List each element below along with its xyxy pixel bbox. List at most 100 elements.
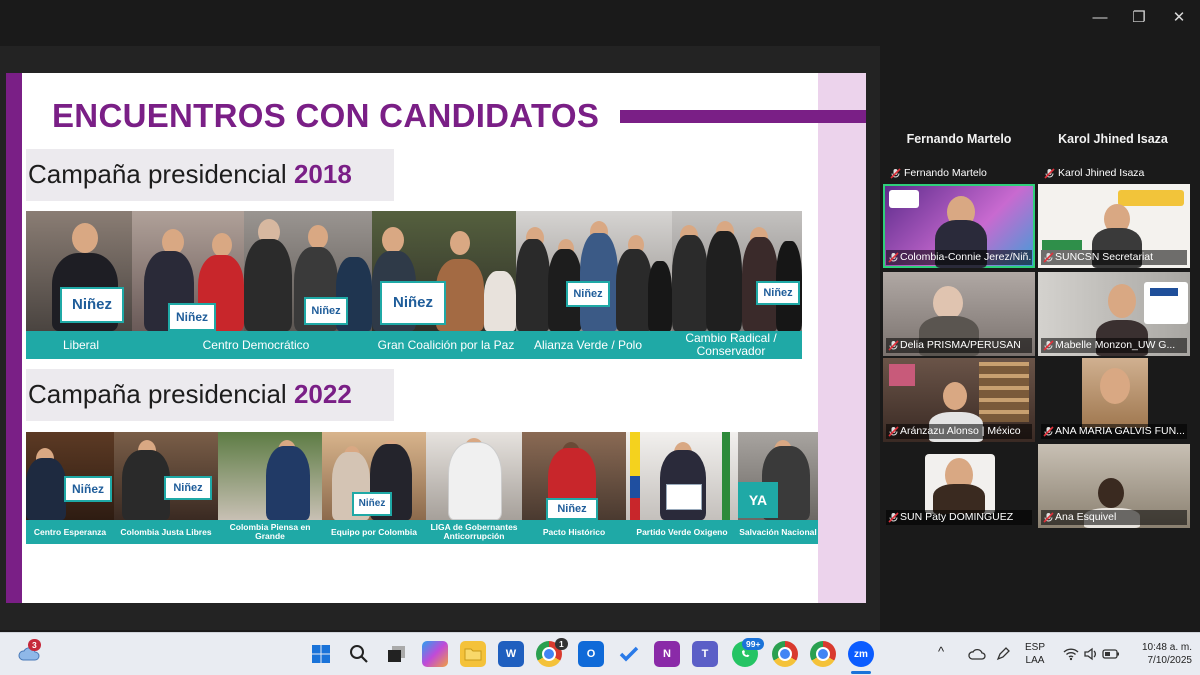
labels-2018: Liberal Centro Democrático Gran Coalició… <box>26 331 802 359</box>
chrome-profile-icon[interactable] <box>772 641 798 667</box>
participant-name: Ana Esquivel <box>1041 510 1187 525</box>
start-menu-icon[interactable] <box>308 641 334 667</box>
label-centro-democratico: Centro Democrático <box>202 337 310 352</box>
label-liberal: Liberal <box>62 337 100 352</box>
video-tile-delia[interactable]: Delia PRISMA/PERUSAN <box>883 272 1035 356</box>
show-hidden-icons-button[interactable]: ^ <box>938 645 944 658</box>
ninez-box: Niñez <box>304 297 348 325</box>
photo-colombia-justa-libres: Niñez <box>114 432 218 520</box>
zoom-icon[interactable]: zm <box>848 641 874 667</box>
label-partido-verde: Partido Verde Oxigeno <box>636 526 728 537</box>
outlook-icon[interactable]: O <box>578 641 604 667</box>
participant-mini-label[interactable]: Fernando Martelo <box>888 166 987 181</box>
battery-icon[interactable] <box>1098 641 1124 667</box>
muted-mic-icon <box>1043 426 1054 437</box>
campaign-2022-heading: Campaña presidencial 2022 <box>26 369 394 421</box>
close-button[interactable]: ✕ <box>1159 6 1199 30</box>
ninez-box: Niñez <box>168 303 216 331</box>
photo-strip-2022: Niñez Niñez Niñez Niñez YA <box>26 432 818 520</box>
video-tile-mabelle[interactable]: Mabelle Monzon_UW G... <box>1038 272 1190 356</box>
ninez-box: Niñez <box>380 281 446 325</box>
video-tile-ana-esquivel[interactable]: Ana Esquivel <box>1038 444 1190 528</box>
onenote-icon[interactable]: N <box>654 641 680 667</box>
whatsapp-badge: 99+ <box>742 638 765 650</box>
search-icon[interactable] <box>346 641 372 667</box>
windows-taskbar: 3 W 1 O N T 99+ zm ^ ESP LAA 10:48 a. m.… <box>0 632 1200 675</box>
word-icon[interactable]: W <box>498 641 524 667</box>
participant-name: Delia PRISMA/PERUSAN <box>886 338 1032 353</box>
presentation-slide: ENCUENTROS CON CANDIDATOS Campaña presid… <box>6 73 866 603</box>
muted-mic-icon <box>888 426 899 437</box>
ya-box: YA <box>738 482 778 518</box>
file-explorer-icon[interactable] <box>460 641 486 667</box>
ninez-box: Niñez <box>164 476 212 500</box>
muted-mic-icon <box>1043 512 1054 523</box>
task-view-icon[interactable] <box>384 641 410 667</box>
participant-name: SUNCSN Secretariat <box>1041 250 1187 265</box>
ninez-box: Niñez <box>352 492 392 516</box>
photo-salvacion-nacional: YA <box>738 432 818 520</box>
ninez-box: Niñez <box>64 476 112 502</box>
slide-accent-bar <box>6 73 22 603</box>
label-gran-coalicion: Gran Coalición por la Paz <box>377 337 515 352</box>
slide-side-panel <box>818 73 866 603</box>
label-liga-gobernantes: LIGA de Gobernantes Anticorrupción <box>430 522 518 541</box>
onedrive-icon[interactable] <box>964 641 990 667</box>
window-titlebar: — ❐ ✕ <box>0 0 1200 36</box>
teams-icon[interactable]: T <box>692 641 718 667</box>
copilot-icon[interactable] <box>422 641 448 667</box>
campaign-prefix: Campaña presidencial <box>28 379 294 409</box>
muted-mic-icon <box>888 340 899 351</box>
restore-button[interactable]: ❐ <box>1119 6 1159 30</box>
video-tile-aranzazu[interactable]: Aránzazu Alonso | México <box>883 358 1035 442</box>
shared-screen-area: ENCUENTROS CON CANDIDATOS Campaña presid… <box>0 46 880 630</box>
language-indicator[interactable]: ESP LAA <box>1020 641 1050 667</box>
participant-name: ANA MARIA GALVIS FUN... <box>1041 424 1187 439</box>
label-alianza-verde: Alianza Verde / Polo <box>533 337 643 352</box>
video-tile-ana-maria[interactable]: ANA MARIA GALVIS FUN... <box>1038 358 1190 442</box>
participant-name: Aránzazu Alonso | México <box>886 424 1032 439</box>
photo-colombia-piensa <box>218 432 322 520</box>
participant-mini-label[interactable]: Karol Jhined Isaza <box>1042 166 1144 181</box>
video-tile-paty[interactable]: SUN Paty DOMINGUEZ <box>883 444 1035 528</box>
photo-centro-democratico-1: Niñez <box>132 211 244 331</box>
muted-mic-icon <box>890 168 901 179</box>
participant-header-name: Fernando Martelo <box>906 132 1012 146</box>
ninez-box: Niñez <box>546 498 598 520</box>
pen-icon[interactable] <box>990 641 1016 667</box>
clock-time: 10:48 a. m. <box>1141 642 1192 653</box>
participant-name: SUN Paty DOMINGUEZ <box>886 510 1032 525</box>
clock-date: 7/10/2025 <box>1147 655 1193 666</box>
photo-centro-democratico-2: Niñez <box>244 211 372 331</box>
participants-gallery: Fernando Martelo Karol Jhined Isaza Fern… <box>880 46 1200 630</box>
campaign-year: 2022 <box>293 379 352 409</box>
participant-name: Mabelle Monzon_UW G... <box>1041 338 1187 353</box>
video-tile-suncsn[interactable]: SUNCSN Secretariat <box>1038 184 1190 268</box>
muted-mic-icon <box>1044 168 1055 179</box>
clock[interactable]: 10:48 a. m. 7/10/2025 <box>1128 641 1192 667</box>
labels-2022: Centro Esperanza Colombia Justa Libres C… <box>26 520 818 544</box>
chrome-profile-2-icon[interactable] <box>810 641 836 667</box>
ninez-box: Niñez <box>60 287 124 323</box>
ninez-box: Niñez <box>756 281 800 305</box>
muted-mic-icon <box>1043 252 1054 263</box>
label-equipo-por-colombia: Equipo por Colombia <box>331 526 417 537</box>
todo-icon[interactable] <box>616 641 642 667</box>
participant-header-name: Karol Jhined Isaza <box>1058 132 1168 146</box>
label-centro-esperanza: Centro Esperanza <box>33 526 107 537</box>
photo-centro-esperanza: Niñez <box>26 432 114 520</box>
photo-partido-verde-oxigeno <box>626 432 738 520</box>
photo-alianza-verde: Niñez <box>516 211 672 331</box>
label-pacto-historico: Pacto Histórico <box>542 526 606 537</box>
photo-strip-2018: Niñez Niñez Niñez Niñez Niñez Niñez <box>26 211 802 331</box>
muted-mic-icon <box>888 252 899 263</box>
minimize-button[interactable]: — <box>1080 6 1120 30</box>
campaign-2018-heading: Campaña presidencial 2018 <box>26 149 394 201</box>
label-colombia-piensa: Colombia Piensa en Grande <box>229 522 311 541</box>
video-tile-connie[interactable]: Colombia-Connie Jerez/Niñ... <box>883 184 1035 268</box>
title-decoration-line <box>620 110 866 123</box>
photo-liberal: Niñez <box>26 211 132 331</box>
photo-liga-gobernantes <box>426 432 522 520</box>
ninez-box: Niñez <box>566 281 610 307</box>
weather-badge: 3 <box>28 639 41 651</box>
